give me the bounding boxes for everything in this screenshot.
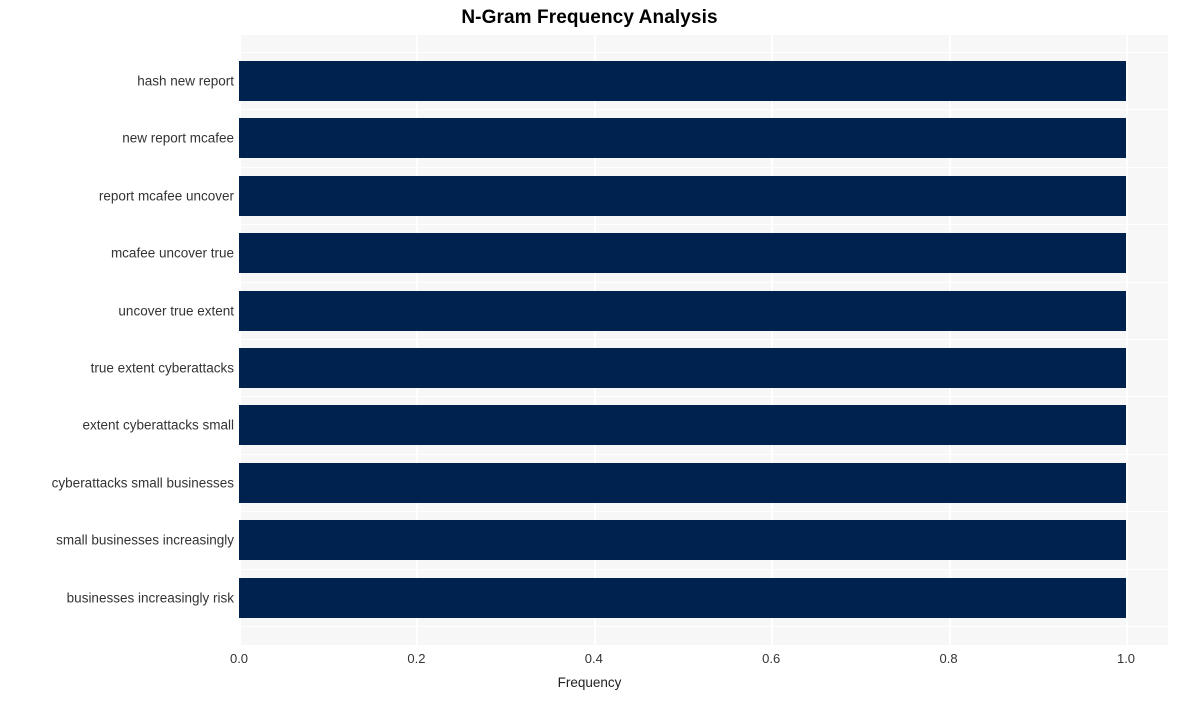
bar [239, 577, 1126, 618]
x-axis-tick-label: 0.2 [407, 651, 426, 666]
x-axis-tick-label: 0.8 [939, 651, 958, 666]
horizontal-gridline [239, 339, 1168, 340]
horizontal-gridline [239, 109, 1168, 111]
bar [239, 290, 1126, 331]
y-axis-tick-label: cyberattacks small businesses [51, 475, 234, 491]
bar [239, 175, 1126, 216]
horizontal-gridline [239, 453, 1168, 455]
bar [239, 348, 1126, 388]
horizontal-gridline [239, 568, 1168, 570]
y-axis-labels: hash new report new report mcafee report m… [0, 0, 234, 701]
horizontal-gridline [239, 396, 1168, 398]
y-axis-tick-label: true extent cyberattacks [90, 360, 234, 376]
bar [239, 520, 1126, 561]
y-axis-tick-label: mcafee uncover true [110, 245, 234, 261]
bar [239, 233, 1126, 274]
x-axis-tick-label: 0.6 [762, 651, 781, 666]
y-axis-tick-label: uncover true extent [118, 303, 234, 319]
bar [239, 405, 1126, 446]
bar [239, 462, 1126, 503]
horizontal-gridline [239, 166, 1168, 168]
y-axis-tick-label: extent cyberattacks small [82, 417, 234, 433]
y-axis-tick-label: businesses increasingly risk [66, 590, 234, 606]
y-axis-tick-label: hash new report [137, 73, 234, 89]
x-axis-title: Frequency [557, 675, 622, 690]
y-axis-tick-label: small businesses increasingly [56, 532, 234, 548]
bar [239, 118, 1126, 159]
y-axis-tick-label: new report mcafee [122, 130, 234, 146]
chart-figure: N-Gram Frequency Analysis hash new repor… [0, 0, 1179, 701]
x-axis-tick-label: 0.4 [584, 651, 603, 666]
vertical-gridline [1126, 35, 1128, 645]
horizontal-gridline [239, 224, 1168, 226]
plot-area [239, 35, 1168, 645]
y-axis-tick-label: report mcafee uncover [98, 188, 234, 204]
bar [239, 61, 1126, 101]
horizontal-gridline [239, 511, 1168, 513]
horizontal-gridline [239, 52, 1168, 53]
horizontal-gridline [239, 626, 1168, 627]
horizontal-gridline [239, 281, 1168, 283]
x-axis-tick-label: 1.0 [1116, 651, 1136, 666]
x-axis-tick-label: 0.0 [229, 651, 249, 666]
